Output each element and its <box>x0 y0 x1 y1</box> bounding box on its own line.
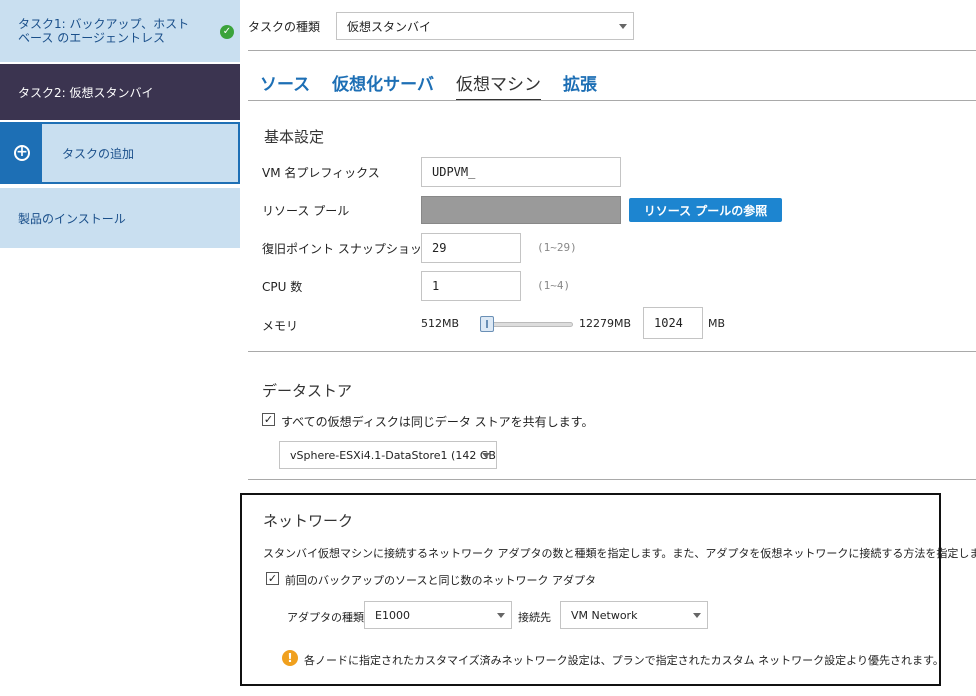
network-title: ネットワーク <box>263 512 354 530</box>
snapshot-input[interactable]: 29 <box>421 233 521 263</box>
chevron-down-icon <box>693 613 701 618</box>
divider <box>248 479 976 480</box>
adapter-type-select[interactable]: E1000 <box>364 601 512 629</box>
sidebar-item-install[interactable]: 製品のインストール <box>0 188 240 248</box>
network-description: スタンバイ仮想マシンに接続するネットワーク アダプタの数と種類を指定します。また… <box>263 547 976 560</box>
divider <box>248 50 976 51</box>
share-datastore-label: すべての仮想ディスクは同じデータ ストアを共有します。 <box>281 415 594 429</box>
add-icon-container: + <box>2 124 42 182</box>
tab-bar: ソース 仮想化サーバ 仮想マシン 拡張 <box>260 70 619 101</box>
sidebar-item-task2[interactable]: タスク2: 仮想スタンバイ <box>0 64 240 120</box>
resource-pool-field[interactable] <box>421 196 621 224</box>
main-panel: タスクの種類 仮想スタンバイ ソース 仮想化サーバ 仮想マシン 拡張 基本設定 … <box>240 0 976 696</box>
tab-source[interactable]: ソース <box>260 70 310 101</box>
connect-to-value: VM Network <box>571 608 638 622</box>
memory-slider-thumb[interactable] <box>480 316 494 332</box>
task-type-row: タスクの種類 仮想スタンバイ <box>248 12 635 40</box>
divider <box>248 100 976 101</box>
datastore-select[interactable]: vSphere-ESXi4.1-DataStore1 (142 GB <box>279 441 497 469</box>
same-adapter-count-label: 前回のバックアップのソースと同じ数のネットワーク アダプタ <box>285 574 596 587</box>
add-task-button[interactable]: + タスクの追加 <box>0 122 240 184</box>
sidebar-item-label: タスク1: バックアップ、ホストベース のエージェントレス <box>18 17 190 45</box>
divider <box>248 351 976 352</box>
vm-prefix-input[interactable]: UDPVM_ <box>421 157 621 187</box>
task-sidebar: タスク1: バックアップ、ホストベース のエージェントレス ✓ タスク2: 仮想… <box>0 0 240 696</box>
cpu-count-input[interactable]: 1 <box>421 271 521 301</box>
cpu-range-hint: (1~4) <box>537 279 571 292</box>
sidebar-item-label: 製品のインストール <box>18 211 126 226</box>
memory-label: メモリ <box>262 319 299 333</box>
adapter-type-value: E1000 <box>375 608 410 622</box>
snapshot-label: 復旧ポイント スナップショット <box>262 242 434 256</box>
task-type-label: タスクの種類 <box>248 19 321 34</box>
tab-virtualization-server[interactable]: 仮想化サーバ <box>332 70 434 101</box>
task-type-value: 仮想スタンバイ <box>347 19 432 34</box>
sidebar-item-task1[interactable]: タスク1: バックアップ、ホストベース のエージェントレス ✓ <box>0 0 240 62</box>
memory-slider-track[interactable] <box>481 322 573 327</box>
memory-unit: MB <box>708 317 726 330</box>
network-section: ネットワーク スタンバイ仮想マシンに接続するネットワーク アダプタの数と種類を指… <box>240 493 976 686</box>
cpu-count-label: CPU 数 <box>262 280 303 294</box>
sidebar-item-label: タスク2: 仮想スタンバイ <box>18 85 154 100</box>
resource-pool-label: リソース プール <box>262 204 350 218</box>
snapshot-range-hint: (1~29) <box>537 241 577 254</box>
connect-to-select[interactable]: VM Network <box>560 601 708 629</box>
adapter-type-label: アダプタの種類 <box>287 611 364 624</box>
datastore-select-value: vSphere-ESXi4.1-DataStore1 (142 GB <box>290 448 496 462</box>
chevron-down-icon <box>619 24 628 29</box>
browse-resource-pool-button[interactable]: リソース プールの参照 <box>629 198 782 222</box>
chevron-down-icon <box>482 453 490 458</box>
plus-circle-icon: + <box>14 145 30 161</box>
add-task-label: タスクの追加 <box>62 146 135 161</box>
vm-prefix-label: VM 名プレフィックス <box>262 166 380 180</box>
memory-input[interactable]: 1024 <box>643 307 703 339</box>
memory-max-label: 12279MB <box>579 317 632 330</box>
check-circle-icon: ✓ <box>220 25 234 39</box>
chevron-down-icon <box>497 613 505 618</box>
basic-settings-title: 基本設定 <box>264 128 325 146</box>
same-adapter-count-checkbox[interactable]: ✓ <box>266 572 279 585</box>
tab-advanced[interactable]: 拡張 <box>563 70 597 101</box>
warning-icon: ! <box>282 650 298 666</box>
tab-virtual-machine[interactable]: 仮想マシン <box>456 70 541 101</box>
memory-min-label: 512MB <box>421 317 460 330</box>
task-type-select[interactable]: 仮想スタンバイ <box>336 12 635 40</box>
datastore-title: データストア <box>262 382 353 400</box>
share-datastore-checkbox[interactable]: ✓ <box>262 413 275 426</box>
connect-to-label: 接続先 <box>518 611 551 624</box>
network-warning-text: 各ノードに指定されたカスタマイズ済みネットワーク設定は、プランで指定されたカスタ… <box>304 654 944 667</box>
